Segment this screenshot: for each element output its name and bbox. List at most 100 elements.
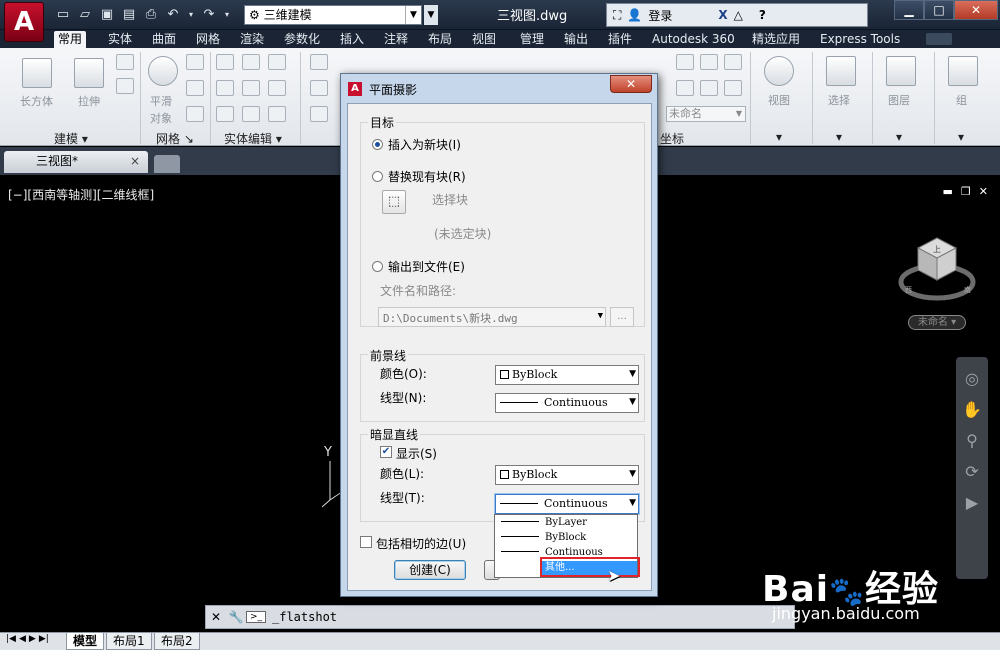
- replace-block-label[interactable]: 替换现有块(R): [388, 168, 466, 185]
- insert-new-block-radio[interactable]: [372, 139, 383, 150]
- tangent-edges-checkbox[interactable]: [360, 536, 372, 548]
- layout-tab-layout2[interactable]: 布局2: [154, 633, 200, 650]
- show-obscured-label[interactable]: 显示(S): [396, 445, 437, 462]
- zoom-icon[interactable]: ⚲: [956, 431, 988, 450]
- save-icon[interactable]: ▣: [98, 6, 116, 24]
- wrench-icon[interactable]: 🔧: [226, 610, 246, 624]
- last-layout-icon[interactable]: ▶|: [39, 634, 49, 644]
- pan-icon[interactable]: ✋: [956, 400, 988, 419]
- print-icon[interactable]: ⎙: [142, 6, 160, 24]
- qat-customize-button[interactable]: ▼: [424, 5, 438, 25]
- insert-new-block-label[interactable]: 插入为新块(I): [388, 136, 461, 153]
- extrude-icon[interactable]: [74, 58, 104, 88]
- panel-title-modeling[interactable]: 建模 ▾: [54, 130, 88, 147]
- ucs-name-menu[interactable]: 未命名 ▾: [908, 315, 966, 330]
- application-menu-button[interactable]: A: [4, 2, 44, 42]
- dropdown-option-bylayer[interactable]: ByLayer: [497, 516, 635, 530]
- layer-icon[interactable]: [886, 56, 916, 86]
- tab-layout[interactable]: 布局: [424, 31, 456, 48]
- smooth-object-icon[interactable]: [148, 56, 178, 86]
- panel-title-coords[interactable]: 坐标: [660, 130, 684, 147]
- mesh-tool-icon[interactable]: [186, 54, 204, 70]
- browse-button[interactable]: ...: [610, 307, 634, 327]
- group-icon[interactable]: [948, 56, 978, 86]
- layout-tab-layout1[interactable]: 布局1: [106, 633, 152, 650]
- select-icon[interactable]: [826, 56, 856, 86]
- solid-edit-icon[interactable]: [268, 54, 286, 70]
- solid-edit-icon[interactable]: [268, 80, 286, 96]
- file-path-field[interactable]: D:\Documents\新块.dwg ▼: [378, 307, 606, 327]
- new-tab-button[interactable]: [154, 155, 180, 173]
- foreground-linetype-select[interactable]: Continuous ▼: [495, 393, 639, 413]
- undo-icon[interactable]: ↶: [164, 6, 182, 24]
- command-prompt-icon[interactable]: >_: [246, 611, 266, 623]
- draw-tool-icon[interactable]: [310, 80, 328, 96]
- mesh-tool-icon[interactable]: [186, 106, 204, 122]
- draw-tool-icon[interactable]: [310, 54, 328, 70]
- solid-edit-icon[interactable]: [268, 106, 286, 122]
- tab-autodesk-360[interactable]: Autodesk 360: [648, 31, 739, 48]
- panel-title-solid-edit[interactable]: 实体编辑 ▾: [224, 130, 282, 147]
- tab-solid[interactable]: 实体: [104, 31, 136, 48]
- tab-manage[interactable]: 管理: [516, 31, 548, 48]
- next-layout-icon[interactable]: ▶: [29, 634, 36, 644]
- layout-nav-buttons[interactable]: |◀ ◀ ▶ ▶|: [6, 634, 49, 644]
- draw-tool-icon[interactable]: [310, 106, 328, 122]
- tab-annotate[interactable]: 注释: [380, 31, 412, 48]
- save-as-icon[interactable]: ▤: [120, 6, 138, 24]
- solid-edit-icon[interactable]: [216, 80, 234, 96]
- close-command-line-icon[interactable]: ✕: [206, 610, 226, 624]
- foreground-color-select[interactable]: ByBlock ▼: [495, 365, 639, 385]
- workspace-select[interactable]: ⚙ 三维建模 ▼: [244, 5, 422, 25]
- coord-tool-icon[interactable]: [676, 54, 694, 70]
- first-layout-icon[interactable]: |◀: [6, 634, 16, 644]
- panel-title-mesh[interactable]: 网格 ↘: [156, 130, 194, 147]
- export-file-label[interactable]: 输出到文件(E): [388, 258, 465, 275]
- viewcube[interactable]: 上 西 南: [898, 230, 976, 308]
- dropdown-option-byblock[interactable]: ByBlock: [497, 531, 635, 545]
- export-file-radio[interactable]: [372, 261, 383, 272]
- steering-wheel-icon[interactable]: ◎: [956, 369, 988, 388]
- tab-mesh[interactable]: 网格: [192, 31, 224, 48]
- view-panel-expand[interactable]: ▾: [776, 130, 782, 144]
- obscured-linetype-select[interactable]: Continuous ▼: [495, 494, 639, 514]
- orbit-icon[interactable]: ⟳: [956, 462, 988, 481]
- ribbon-minimize-button[interactable]: [926, 33, 952, 45]
- minimize-viewport-icon[interactable]: ▬: [943, 185, 953, 198]
- layer-panel-expand[interactable]: ▾: [896, 130, 902, 144]
- create-button[interactable]: 创建(C): [394, 560, 466, 580]
- prev-layout-icon[interactable]: ◀: [19, 634, 26, 644]
- ucs-named-select[interactable]: 未命名 ▼: [666, 106, 746, 122]
- maximize-button[interactable]: □: [924, 0, 954, 20]
- tab-home[interactable]: 常用: [54, 31, 87, 48]
- tool-icon[interactable]: [116, 54, 134, 70]
- close-window-button[interactable]: ✕: [954, 0, 998, 20]
- coord-tool-icon[interactable]: [700, 80, 718, 96]
- layout-tab-model[interactable]: 模型: [66, 633, 105, 650]
- new-icon[interactable]: ▭: [54, 6, 72, 24]
- obscured-color-select[interactable]: ByBlock ▼: [495, 465, 639, 485]
- solid-edit-icon[interactable]: [242, 106, 260, 122]
- tangent-edges-label[interactable]: 包括相切的边(U): [376, 535, 466, 552]
- showmotion-icon[interactable]: ▶: [956, 493, 988, 512]
- box-icon[interactable]: [22, 58, 52, 88]
- tab-insert[interactable]: 插入: [336, 31, 368, 48]
- select-panel-expand[interactable]: ▾: [836, 130, 842, 144]
- command-line[interactable]: ✕ 🔧 >_ _flatshot: [205, 605, 795, 629]
- dialog-title-bar[interactable]: A 平面摄影 ✕: [341, 74, 657, 104]
- minimize-button[interactable]: ▁: [894, 0, 924, 20]
- a360-icon[interactable]: △: [734, 8, 743, 22]
- binoculars-icon[interactable]: ⛶: [613, 8, 621, 23]
- tab-surface[interactable]: 曲面: [148, 31, 180, 48]
- undo-dropdown-icon[interactable]: ▾: [186, 6, 196, 24]
- view-icon[interactable]: [764, 56, 794, 86]
- tab-output[interactable]: 输出: [560, 31, 592, 48]
- close-viewport-icon[interactable]: ✕: [979, 185, 988, 198]
- group-panel-expand[interactable]: ▾: [958, 130, 964, 144]
- viewport-controls-label[interactable]: [−][西南等轴测][二维线框]: [8, 186, 154, 203]
- replace-block-radio[interactable]: [372, 171, 383, 182]
- solid-edit-icon[interactable]: [242, 54, 260, 70]
- solid-edit-icon[interactable]: [216, 54, 234, 70]
- redo-dropdown-icon[interactable]: ▾: [222, 6, 232, 24]
- coord-tool-icon[interactable]: [676, 80, 694, 96]
